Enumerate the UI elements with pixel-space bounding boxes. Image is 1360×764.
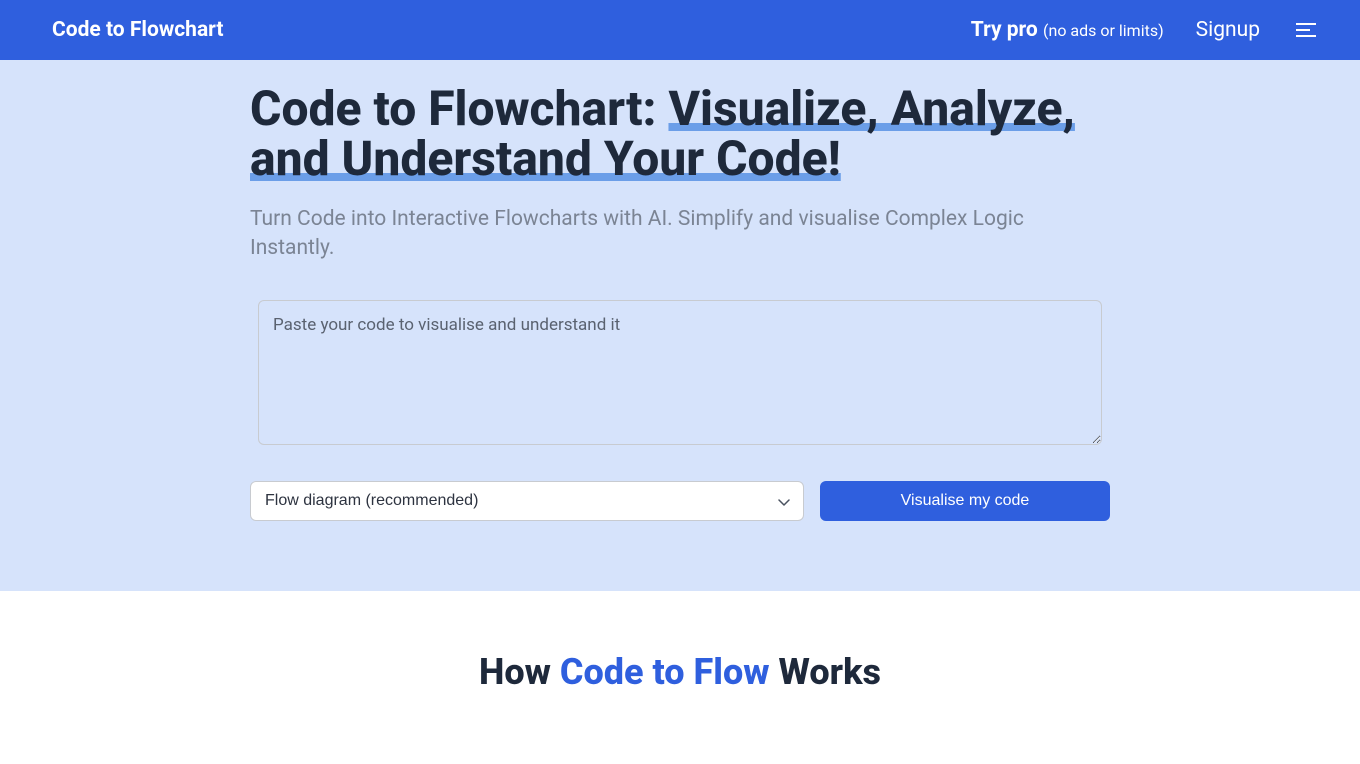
header-right: Try pro (no ads or limits) Signup <box>971 18 1320 42</box>
try-pro-label: Try pro <box>971 18 1038 42</box>
header: Code to Flowchart Try pro (no ads or lim… <box>0 0 1360 60</box>
hero-section: Code to Flowchart: Visualize, Analyze, a… <box>0 60 1360 591</box>
signup-link[interactable]: Signup <box>1196 18 1260 42</box>
hero-container: Code to Flowchart: Visualize, Analyze, a… <box>230 84 1130 521</box>
visualise-button[interactable]: Visualise my code <box>820 481 1110 521</box>
title-prefix: Code to Flowchart: <box>250 80 668 137</box>
how-accent: Code to Flow <box>560 651 770 693</box>
try-pro-link[interactable]: Try pro (no ads or limits) <box>971 18 1164 42</box>
how-it-works-title: How Code to Flow Works <box>0 651 1360 693</box>
diagram-type-select[interactable]: Flow diagram (recommended) <box>250 481 804 521</box>
controls-row: Flow diagram (recommended) Visualise my … <box>250 481 1110 521</box>
how-prefix: How <box>479 651 560 693</box>
code-input[interactable] <box>258 300 1102 445</box>
page-title: Code to Flowchart: Visualize, Analyze, a… <box>250 84 1110 185</box>
how-suffix: Works <box>770 651 881 693</box>
menu-icon[interactable] <box>1292 19 1320 41</box>
diagram-type-select-wrapper: Flow diagram (recommended) <box>250 481 804 521</box>
hero-subtitle: Turn Code into Interactive Flowcharts wi… <box>250 205 1110 264</box>
try-pro-sublabel: (no ads or limits) <box>1043 21 1164 40</box>
how-it-works-section: How Code to Flow Works <box>0 591 1360 753</box>
logo[interactable]: Code to Flowchart <box>52 18 224 42</box>
